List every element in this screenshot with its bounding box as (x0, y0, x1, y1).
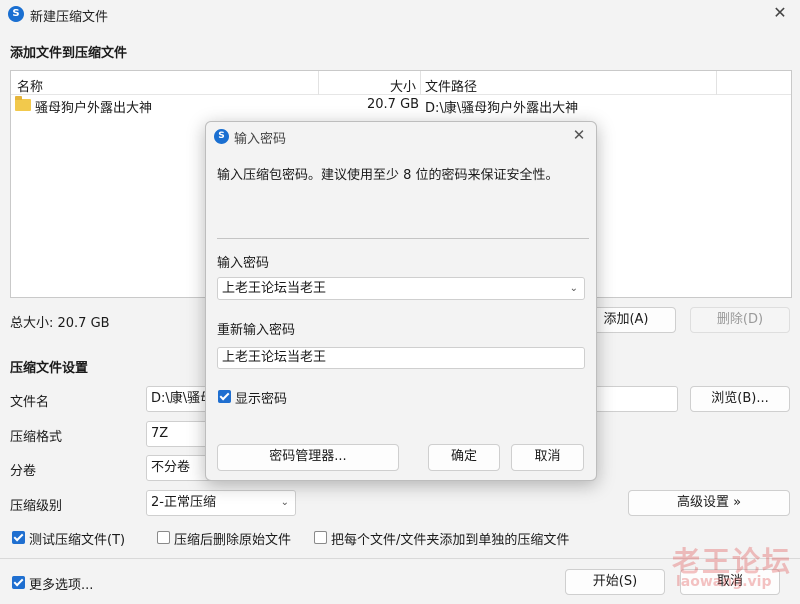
watermark: 老王论坛 laowang.vip (672, 540, 792, 590)
chevron-down-icon: ⌄ (280, 497, 289, 508)
password-label: 输入密码 (217, 256, 270, 271)
separate-archives-label[interactable]: 把每个文件/文件夹添加到单独的压缩文件 (331, 529, 569, 548)
ok-button[interactable]: 确定 (428, 444, 500, 471)
column-header-name[interactable]: 名称 (17, 76, 43, 95)
password-value: 上老王论坛当老王 (222, 281, 327, 296)
row-name: 骚母狗户外露出大神 (35, 101, 153, 116)
app-icon: S (214, 129, 229, 144)
column-divider[interactable] (716, 71, 717, 95)
repeat-password-input[interactable]: 上老王论坛当老王 (217, 347, 585, 369)
repeat-password-label: 重新输入密码 (217, 323, 296, 338)
format-label: 压缩格式 (10, 430, 63, 445)
column-header-size[interactable]: 大小 (390, 76, 416, 95)
level-select[interactable]: 2-正常压缩 ⌄ (146, 490, 296, 516)
column-divider[interactable] (318, 71, 319, 95)
column-header-path[interactable]: 文件路径 (425, 76, 477, 95)
dialog-title: 输入密码 (234, 132, 287, 147)
delete-after-checkbox[interactable] (157, 531, 170, 544)
app-icon: S (8, 6, 24, 22)
test-archive-label[interactable]: 测试压缩文件(T) (29, 529, 125, 548)
test-archive-checkbox[interactable] (12, 531, 25, 544)
title-bar: S 新建压缩文件 ✕ (0, 0, 800, 28)
format-value: 7Z (151, 426, 169, 441)
row-path: D:\康\骚母狗户外露出大神 (425, 101, 579, 116)
split-label: 分卷 (10, 464, 37, 479)
add-files-title: 添加文件到压缩文件 (10, 46, 128, 61)
password-dialog: S 输入密码 ✕ 输入压缩包密码。建议使用至少 8 位的密码来保证安全性。 输入… (205, 121, 597, 481)
close-icon[interactable]: ✕ (568, 125, 590, 145)
split-value: 不分卷 (151, 460, 191, 475)
browse-button[interactable]: 浏览(B)... (690, 386, 790, 412)
more-options-label[interactable]: 更多选项... (29, 574, 93, 593)
window-title: 新建压缩文件 (30, 10, 109, 25)
password-input[interactable]: 上老王论坛当老王 ⌄ (217, 277, 585, 300)
filename-label: 文件名 (10, 395, 50, 410)
delete-after-label[interactable]: 压缩后删除原始文件 (174, 529, 291, 548)
file-list-header: 名称 大小 文件路径 (11, 71, 791, 95)
password-manager-button[interactable]: 密码管理器... (217, 444, 399, 471)
close-icon[interactable]: ✕ (768, 2, 792, 24)
folder-icon (15, 96, 31, 111)
dialog-divider (217, 238, 589, 239)
show-password-checkbox[interactable] (218, 390, 231, 403)
start-button[interactable]: 开始(S) (565, 569, 665, 595)
column-divider[interactable] (420, 71, 421, 95)
separate-archives-checkbox[interactable] (314, 531, 327, 544)
dialog-cancel-button[interactable]: 取消 (511, 444, 584, 471)
level-label: 压缩级别 (10, 499, 63, 514)
total-size: 总大小: 20.7 GB (10, 316, 110, 331)
settings-title: 压缩文件设置 (10, 361, 89, 376)
table-row[interactable]: 骚母狗户外露出大神 20.7 GB D:\康\骚母狗户外露出大神 (11, 95, 791, 116)
advanced-settings-button[interactable]: 高级设置 » (628, 490, 790, 516)
delete-button[interactable]: 删除(D) (690, 307, 790, 333)
show-password-label[interactable]: 显示密码 (235, 388, 287, 407)
dialog-hint: 输入压缩包密码。建议使用至少 8 位的密码来保证安全性。 (217, 168, 559, 183)
level-value: 2-正常压缩 (151, 495, 216, 510)
row-size: 20.7 GB (367, 97, 420, 112)
more-options-checkbox[interactable] (12, 576, 25, 589)
dialog-title-bar: S 输入密码 ✕ (206, 122, 596, 150)
chevron-down-icon[interactable]: ⌄ (570, 278, 578, 299)
watermark-url: laowang.vip (676, 574, 772, 590)
